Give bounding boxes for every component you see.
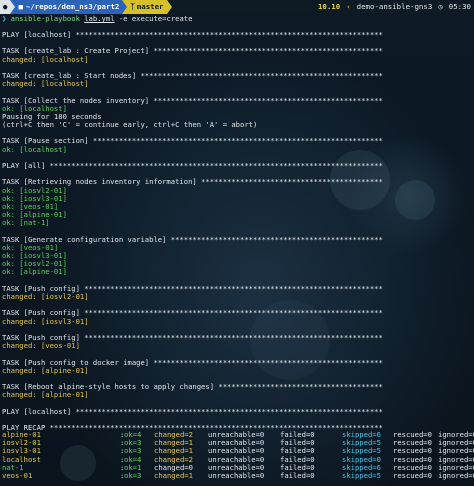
output-line: TASK [Collect the nodes inventory] *****… (2, 95, 383, 105)
right-status: 10.10 ‹ demo-ansible-gns3 ◷ 05:30 (315, 0, 474, 14)
apple-icon: ● (3, 1, 8, 11)
output-line: changed: [iosvl3-01] (2, 316, 89, 326)
recap-row: veos-01: ok=3 changed=1 unreachable=0 failed… (2, 470, 474, 480)
output-line: TASK [Retrieving nodes inventory informa… (2, 177, 383, 187)
command-args: -e execute=create (118, 14, 193, 23)
recap-failed: failed=0 (280, 470, 315, 480)
folder-icon: ■ (18, 1, 23, 11)
output-line: changed: [alpine-01] (2, 365, 89, 375)
output-line: changed: [localhost] (2, 79, 89, 89)
command-line[interactable]: ❯ ansible-playbook lab.yml -e execute=cr… (2, 14, 193, 23)
git-branch-name: master (136, 1, 164, 11)
output-line: (ctrl+C then 'C' = continue early, ctrl+… (2, 120, 258, 130)
output-line: ok: [iosvl2-01] (2, 185, 67, 195)
output-line: ok: [localhost] (2, 144, 67, 154)
prompt-arrow-icon: ❯ (2, 14, 7, 23)
directory-segment: ■ ~/repos/dem_ns3/part2 (15, 0, 123, 14)
output-line: ok: [veos-01] (2, 201, 59, 211)
output-line: changed: [veos-01] (2, 341, 80, 351)
directory-path: ~/repos/dem_ns3/part2 (25, 1, 120, 11)
recap-host: veos-01 (2, 470, 33, 480)
output-line: changed: [iosvl2-01] (2, 292, 89, 301)
clock-icon: ◷ (438, 1, 443, 11)
python-version: 10.10 (317, 1, 341, 11)
segment-separator (166, 0, 172, 14)
os-segment: ● (0, 0, 11, 14)
recap-ignored: ignored=0 (438, 470, 474, 480)
output-line: ok: [iosvl2-01] (2, 259, 67, 269)
prompt-time: 05:30 (448, 1, 471, 11)
output-line: changed: [alpine-01] (2, 390, 89, 400)
output-line: changed: [localhost] (2, 54, 89, 64)
recap-changed: changed=1 (154, 470, 193, 480)
virtualenv-name: demo-ansible-gns3 (356, 1, 433, 11)
prompt-bar: ● ■ ~/repos/dem_ns3/part2 ᛉ master 10.10… (0, 0, 474, 14)
recap-unreachable: unreachable=0 (208, 470, 265, 480)
terminal-output: PLAY [localhost] ***********************… (2, 31, 472, 432)
recap-skipped: skipped=5 (342, 470, 381, 480)
play-recap: alpine-01: ok=4 changed=2 unreachable=0 fail… (2, 430, 474, 480)
output-line: ok: [veos-01] (2, 242, 59, 252)
git-branch-icon: ᛉ (130, 1, 135, 11)
output-line: ok: [iosvl3-01] (2, 251, 67, 261)
command-file: lab.yml (84, 14, 115, 23)
output-line: ok: [iosvl3-01] (2, 193, 67, 203)
output-line: ok: [alpine-01] (2, 210, 67, 220)
python-icon: ‹ (346, 1, 351, 11)
output-line: PLAY [localhost] ***********************… (2, 406, 383, 416)
output-line: TASK [Pause section] *******************… (2, 136, 383, 146)
output-line: TASK [Generate configuration variable] *… (2, 234, 383, 244)
output-line: ok: [alpine-01] (2, 267, 67, 277)
recap-rescued: rescued=0 (393, 470, 432, 480)
output-line: PLAY [localhost] ***********************… (2, 31, 383, 39)
output-line: ok: [nat-1] (2, 218, 50, 228)
git-segment: ᛉ master (127, 0, 167, 14)
output-line: PLAY [all] *****************************… (2, 161, 383, 170)
recap-ok: ok=3 (124, 470, 142, 480)
command-program: ansible-playbook (10, 14, 80, 23)
